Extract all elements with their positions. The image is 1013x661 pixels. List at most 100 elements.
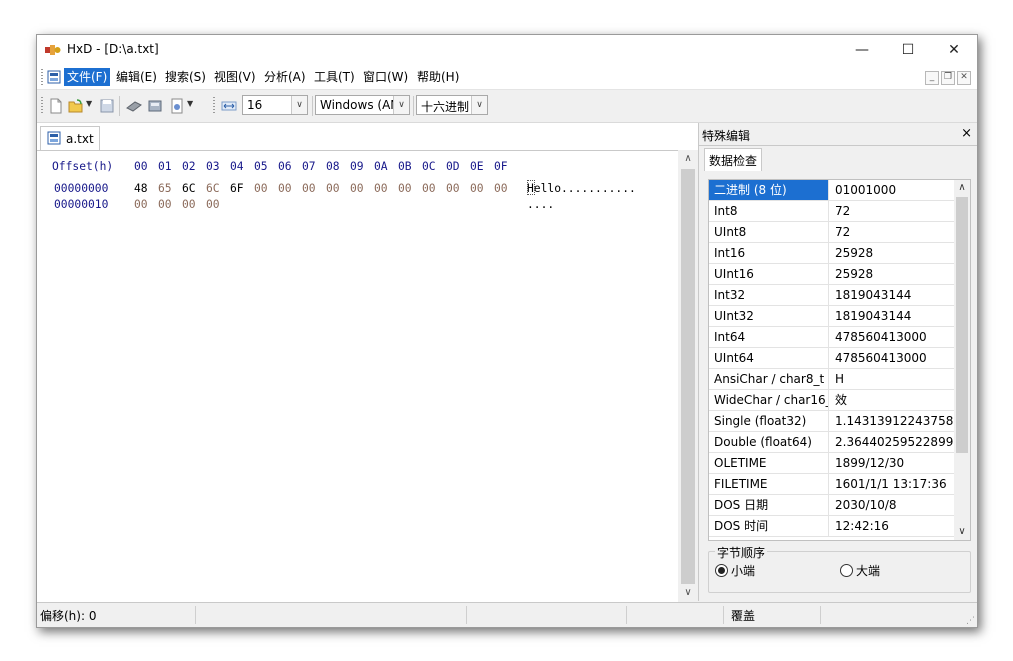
type-value[interactable]: 478560413000 (830, 327, 954, 347)
hex-byte[interactable]: 00 (494, 182, 508, 195)
panel-close-icon[interactable]: × (961, 126, 972, 141)
inspector-row[interactable]: DOS 时间 12:42:16 (709, 516, 954, 537)
inspector-row[interactable]: FILETIME 1601/1/1 13:17:36 (709, 474, 954, 495)
mdi-minimize-button[interactable]: _ (925, 71, 939, 85)
toolbar-grip[interactable] (41, 97, 43, 115)
type-value[interactable]: H (830, 369, 954, 389)
toolbar-grip-2[interactable] (213, 97, 215, 115)
hex-byte[interactable]: 00 (206, 198, 220, 211)
ascii-text[interactable]: Hello........... (527, 182, 636, 195)
tab-a-txt[interactable]: a.txt (40, 126, 100, 151)
hex-byte[interactable]: 00 (446, 182, 460, 195)
big-endian-radio[interactable]: 大端 (840, 563, 880, 579)
disk-icon[interactable] (147, 98, 163, 114)
inspector-row[interactable]: UInt8 72 (709, 222, 954, 243)
inspector-row[interactable]: Int64 478560413000 (709, 327, 954, 348)
inspector-row[interactable]: Int8 72 (709, 201, 954, 222)
hex-byte[interactable]: 00 (158, 198, 172, 211)
hex-byte[interactable]: 00 (134, 198, 148, 211)
type-value[interactable]: 25928 (830, 264, 954, 284)
scroll-down-icon[interactable]: ∨ (954, 524, 970, 540)
inspector-row[interactable]: Int32 1819043144 (709, 285, 954, 306)
charset-select[interactable]: Windows (AN ∨ (315, 95, 410, 115)
type-value[interactable]: 01001000 (830, 180, 954, 200)
hex-byte[interactable]: 00 (350, 182, 364, 195)
hex-byte[interactable]: 00 (326, 182, 340, 195)
menu-view[interactable]: 视图(V) (211, 68, 259, 86)
hex-byte[interactable]: 00 (470, 182, 484, 195)
inspector-row[interactable]: UInt64 478560413000 (709, 348, 954, 369)
type-value[interactable]: 效 (830, 390, 954, 410)
offset-base-select[interactable]: 十六进制 ∨ (416, 95, 488, 115)
type-value[interactable]: 1.14313912243758E (830, 411, 954, 431)
type-value[interactable]: 25928 (830, 243, 954, 263)
chevron-down-icon[interactable]: ∨ (291, 96, 307, 114)
mdi-restore-button[interactable]: ❐ (941, 71, 955, 85)
hex-byte[interactable]: 6F (230, 182, 244, 195)
inspector-row[interactable]: 二进制 (8 位) 01001000 (709, 180, 954, 201)
hex-byte[interactable]: 00 (254, 182, 268, 195)
inspector-row[interactable]: UInt16 25928 (709, 264, 954, 285)
type-value[interactable]: 12:42:16 (830, 516, 954, 536)
type-value[interactable]: 72 (830, 222, 954, 242)
edit-mode-status[interactable]: 覆盖 (731, 607, 755, 624)
type-value[interactable]: 72 (830, 201, 954, 221)
menu-analysis[interactable]: 分析(A) (261, 68, 309, 86)
hex-byte[interactable]: 00 (374, 182, 388, 195)
scroll-up-icon[interactable]: ∧ (678, 150, 698, 167)
inspector-row[interactable]: Single (float32) 1.14313912243758E (709, 411, 954, 432)
radio-selected-icon[interactable] (715, 564, 728, 577)
radio-unselected-icon[interactable] (840, 564, 853, 577)
properties-dropdown-arrow-icon[interactable]: ▼ (187, 99, 193, 108)
type-value[interactable]: 1899/12/30 (830, 453, 954, 473)
inspector-scrollbar[interactable]: ∧ ∨ (954, 180, 970, 540)
minimize-button[interactable]: — (839, 35, 885, 65)
bytes-per-row-select[interactable]: 16 ∨ (242, 95, 308, 115)
scroll-thumb[interactable] (956, 197, 968, 453)
save-icon[interactable] (99, 98, 115, 114)
menu-search[interactable]: 搜索(S) (162, 68, 209, 86)
type-value[interactable]: 478560413000 (830, 348, 954, 368)
type-value[interactable]: 1819043144 (830, 306, 954, 326)
hex-view[interactable]: Offset(h) 00 01 02 03 04 05 06 07 08 09 … (37, 150, 678, 602)
type-value[interactable]: 2.36440259522899E (830, 432, 954, 452)
maximize-button[interactable]: ☐ (885, 35, 931, 65)
hex-byte[interactable]: 00 (422, 182, 436, 195)
tab-data-inspector[interactable]: 数据检查 (704, 148, 762, 171)
open-folder-icon[interactable] (68, 98, 84, 114)
hex-byte[interactable]: 65 (158, 182, 172, 195)
menu-edit[interactable]: 编辑(E) (113, 68, 160, 86)
inspector-row[interactable]: UInt32 1819043144 (709, 306, 954, 327)
close-button[interactable]: ✕ (931, 35, 977, 65)
inspector-row[interactable]: OLETIME 1899/12/30 (709, 453, 954, 474)
hex-byte[interactable]: 00 (398, 182, 412, 195)
new-file-icon[interactable] (48, 98, 64, 114)
menu-window[interactable]: 窗口(W) (360, 68, 411, 86)
inspector-row[interactable]: Double (float64) 2.36440259522899E (709, 432, 954, 453)
resize-grip-icon[interactable]: ⋰ (966, 616, 975, 626)
hex-byte[interactable]: 00 (182, 198, 196, 211)
little-endian-radio[interactable]: 小端 (715, 563, 755, 579)
menu-file[interactable]: 文件(F) (64, 68, 111, 86)
hex-byte[interactable]: 6C (182, 182, 196, 195)
chevron-down-icon[interactable]: ∨ (471, 96, 487, 114)
hex-byte[interactable]: 6C (206, 182, 220, 195)
hex-byte[interactable]: 48 (134, 182, 148, 195)
scroll-thumb[interactable] (681, 169, 695, 584)
type-value[interactable]: 2030/10/8 (830, 495, 954, 515)
type-value[interactable]: 1601/1/1 13:17:36 (830, 474, 954, 494)
properties-icon[interactable] (169, 98, 185, 114)
mdi-close-button[interactable]: ✕ (957, 71, 971, 85)
hex-byte[interactable]: 00 (278, 182, 292, 195)
menu-tools[interactable]: 工具(T) (311, 68, 358, 86)
ascii-text[interactable]: .... (527, 198, 554, 211)
type-value[interactable]: 1819043144 (830, 285, 954, 305)
scroll-up-icon[interactable]: ∧ (954, 180, 970, 196)
inspector-row[interactable]: WideChar / char16_t 效 (709, 390, 954, 411)
open-dropdown-arrow-icon[interactable]: ▼ (86, 99, 92, 108)
ram-icon[interactable] (126, 98, 142, 114)
hex-vertical-scrollbar[interactable]: ∧ ∨ (678, 150, 698, 601)
inspector-row[interactable]: AnsiChar / char8_t H (709, 369, 954, 390)
hex-byte[interactable]: 00 (302, 182, 316, 195)
inspector-row[interactable]: DOS 日期 2030/10/8 (709, 495, 954, 516)
